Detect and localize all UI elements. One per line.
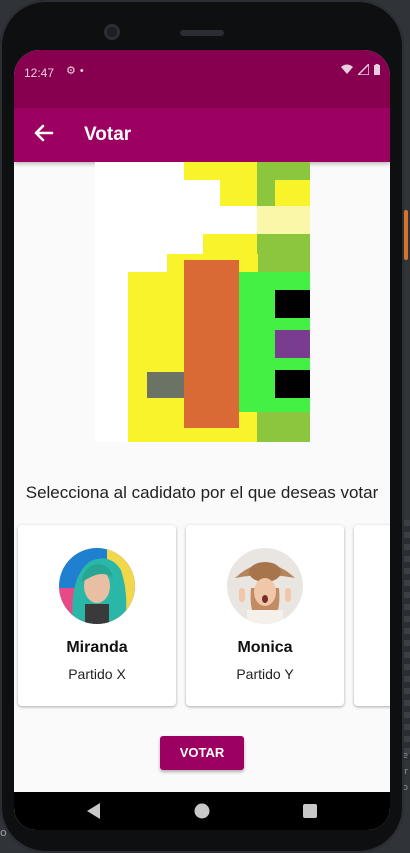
candidate-name: Monica (237, 639, 293, 656)
android-nav-bar (14, 792, 390, 830)
status-time: 12:47 (24, 66, 55, 80)
earpiece-speaker (180, 30, 224, 36)
vote-button[interactable]: VOTAR (160, 736, 244, 770)
phone-frame: 12:47 ⚙• Votar Selecciona al cadidato po… (0, 0, 404, 853)
election-banner-image (95, 162, 310, 442)
candidate-party: Partido Y (236, 666, 294, 682)
candidate-photo-miranda (59, 548, 135, 624)
status-notification-icons: ⚙• (66, 64, 88, 77)
home-circle-icon[interactable] (194, 802, 210, 820)
arrow-back-icon[interactable] (30, 119, 58, 147)
front-camera (104, 24, 120, 40)
candidate-card-miranda[interactable]: Miranda Partido X (18, 525, 176, 706)
window-edge-tab (404, 210, 408, 260)
candidate-party: Partido X (68, 666, 126, 682)
page-title: Votar (84, 124, 132, 145)
window-edge-lines (404, 520, 410, 760)
app-bar: Votar (14, 108, 390, 162)
status-bar: 12:47 ⚙• (14, 50, 390, 108)
battery-icon (374, 64, 380, 75)
recents-square-icon[interactable] (302, 802, 318, 820)
settings-gear-icon: ⚙ (66, 65, 80, 77)
candidate-card-partial[interactable] (354, 525, 390, 706)
candidate-prompt: Selecciona al cadidato por el que deseas… (25, 483, 379, 502)
candidate-card-monica[interactable]: Monica Partido Y (186, 525, 344, 706)
status-system-icons (340, 62, 380, 78)
candidate-name: Miranda (66, 639, 128, 656)
notification-dot-icon: • (79, 65, 88, 77)
candidate-list[interactable]: Miranda Partido X Monica Partido Y (14, 525, 390, 710)
wifi-icon (340, 64, 353, 74)
phone-screen: 12:47 ⚙• Votar Selecciona al cadidato po… (14, 50, 390, 830)
signal-icon (356, 62, 370, 76)
candidate-photo-monica (227, 548, 303, 624)
back-triangle-icon[interactable] (86, 802, 102, 820)
